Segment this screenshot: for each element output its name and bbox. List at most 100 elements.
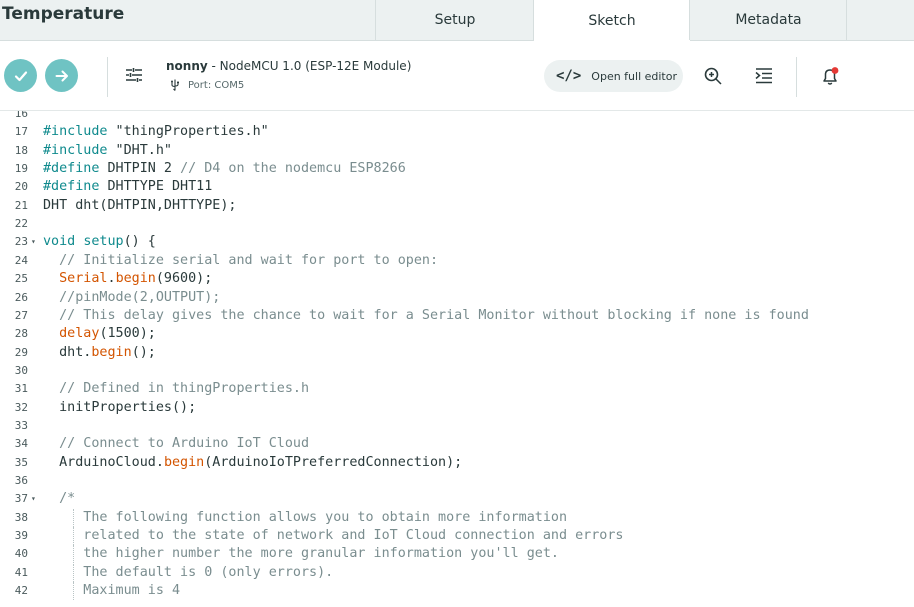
tab-metadata[interactable]: Metadata xyxy=(689,0,847,40)
line-number: 38 xyxy=(14,510,28,524)
port-label: Port: COM5 xyxy=(188,79,245,91)
code-line: 40 the higher number the more granular i… xyxy=(0,545,914,564)
fold-toggle-icon[interactable]: ▾ xyxy=(31,233,36,251)
code-line: 42 Maximum is 4 xyxy=(0,582,914,601)
code-line: 22 xyxy=(0,215,914,233)
code-text: // Connect to Arduino IoT Cloud xyxy=(43,436,310,452)
code-line: 41 The default is 0 (only errors). xyxy=(0,563,914,582)
code-line: 23 ▾ void setup() { xyxy=(0,233,914,251)
code-text: // Initialize serial and wait for port t… xyxy=(43,252,439,268)
open-full-editor-label: Open full editor xyxy=(591,69,677,83)
code-line: 38 The following function allows you to … xyxy=(0,508,914,527)
tab-divider xyxy=(846,0,847,40)
check-icon xyxy=(14,70,27,81)
code-text: delay(1500); xyxy=(59,326,156,342)
sketch-title: Temperature xyxy=(2,4,125,24)
line-number: 25 xyxy=(14,272,28,286)
indent-icon[interactable] xyxy=(753,65,775,87)
line-number: 31 xyxy=(14,382,28,396)
code-text: #define DHTPIN 2 // D4 on the nodemcu ES… xyxy=(43,161,406,177)
code-text: // Defined in thingProperties.h xyxy=(43,381,310,397)
code-text: #include "DHT.h" xyxy=(43,142,172,158)
code-line: 21 DHT dht(DHTPIN,DHTTYPE); xyxy=(0,197,914,215)
bell-icon[interactable] xyxy=(819,65,841,87)
line-number: 18 xyxy=(14,143,28,157)
code-line: 18 #include "DHT.h" xyxy=(0,142,914,160)
toolbar-divider xyxy=(107,57,108,97)
port-indicator: Port: COM5 xyxy=(170,79,244,91)
code-line: 25 Serial.begin(9600); xyxy=(0,270,914,288)
line-number: 19 xyxy=(14,162,28,176)
line-number: 20 xyxy=(14,180,28,194)
code-line: 39 related to the state of network and I… xyxy=(0,527,914,546)
code-line: 29 dht.begin(); xyxy=(0,344,914,362)
board-user: nonny xyxy=(166,59,208,73)
code-line: 20 #define DHTTYPE DHT11 xyxy=(0,178,914,196)
title-bar: Temperature Setup Sketch Metadata xyxy=(0,0,914,41)
board-select-icon[interactable] xyxy=(124,65,144,85)
code-line: 37 ▾ /* xyxy=(0,490,914,508)
code-text: the higher number the more granular info… xyxy=(43,546,559,562)
code-line: 26 //pinMode(2,OUTPUT); xyxy=(0,289,914,307)
code-text: The following function allows you to obt… xyxy=(43,509,568,525)
code-text: dht.begin(); xyxy=(43,344,156,360)
code-text: DHT dht(DHTPIN,DHTTYPE); xyxy=(43,197,237,213)
code-line: 31 // Defined in thingProperties.h xyxy=(0,380,914,398)
code-text: The default is 0 (only errors). xyxy=(43,564,334,580)
code-line: 32 initProperties(); xyxy=(0,399,914,417)
upload-button[interactable] xyxy=(45,59,78,92)
fold-toggle-icon[interactable]: ▾ xyxy=(31,490,36,508)
code-line: 35 ArduinoCloud.begin(ArduinoIoTPreferre… xyxy=(0,454,914,472)
code-text: #include "thingProperties.h" xyxy=(43,124,269,140)
code-text: #define DHTTYPE DHT11 xyxy=(43,179,213,195)
code-line: 33 xyxy=(0,417,914,435)
sketch-toolbar: nonny - NodeMCU 1.0 (ESP-12E Module) Por… xyxy=(0,41,914,111)
code-line: 16 xyxy=(0,111,914,123)
line-number: 24 xyxy=(14,253,28,267)
code-editor[interactable]: 16 17 #include "thingProperties.h" 18 #inclu… xyxy=(0,111,914,607)
usb-icon xyxy=(171,79,179,91)
line-number: 34 xyxy=(14,437,28,451)
line-number: 29 xyxy=(14,345,28,359)
code-text: //pinMode(2,OUTPUT); xyxy=(43,289,221,305)
line-number: 16 xyxy=(14,111,28,120)
board-name: - NodeMCU 1.0 (ESP-12E Module) xyxy=(207,59,412,73)
verify-button[interactable] xyxy=(4,59,37,92)
code-text: initProperties(); xyxy=(43,399,197,415)
line-number: 41 xyxy=(14,565,28,579)
line-number: 30 xyxy=(14,363,28,377)
toolbar-divider-2 xyxy=(796,57,797,97)
line-number: 23 xyxy=(14,235,28,249)
code-line: 27 // This delay gives the chance to wai… xyxy=(0,307,914,325)
code-line: 34 // Connect to Arduino IoT Cloud xyxy=(0,435,914,453)
code-text: related to the state of network and IoT … xyxy=(43,528,624,544)
line-number: 37 xyxy=(14,492,28,506)
line-number: 33 xyxy=(14,418,28,432)
code-text: // This delay gives the chance to wait f… xyxy=(43,307,809,323)
arrow-right-icon xyxy=(55,70,68,81)
code-line: 17 #include "thingProperties.h" xyxy=(0,123,914,141)
code-text: ArduinoCloud.begin(ArduinoIoTPreferredCo… xyxy=(43,454,463,470)
line-number: 17 xyxy=(14,125,28,139)
open-full-editor-button[interactable]: </> Open full editor xyxy=(544,60,683,92)
code-line: 24 // Initialize serial and wait for por… xyxy=(0,252,914,270)
code-text: /* xyxy=(43,491,76,507)
board-selector[interactable]: nonny - NodeMCU 1.0 (ESP-12E Module) xyxy=(166,59,411,73)
code-line: 28 delay(1500); xyxy=(0,325,914,343)
line-number: 32 xyxy=(14,400,28,414)
code-line: 36 xyxy=(0,472,914,490)
line-number: 28 xyxy=(14,327,28,341)
code-line: 19 #define DHTPIN 2 // D4 on the nodemcu … xyxy=(0,160,914,178)
line-number: 26 xyxy=(14,290,28,304)
tab-setup[interactable]: Setup xyxy=(375,0,534,40)
line-number: 42 xyxy=(14,584,28,598)
tab-sketch[interactable]: Sketch xyxy=(533,0,690,41)
code-line: 30 xyxy=(0,362,914,380)
line-number: 36 xyxy=(14,474,28,487)
line-number: 22 xyxy=(14,217,28,231)
code-text: void setup() { xyxy=(43,234,156,250)
line-number: 39 xyxy=(14,529,28,543)
line-number: 21 xyxy=(14,198,28,212)
search-icon[interactable] xyxy=(702,65,724,87)
code-icon: </> xyxy=(556,68,582,84)
